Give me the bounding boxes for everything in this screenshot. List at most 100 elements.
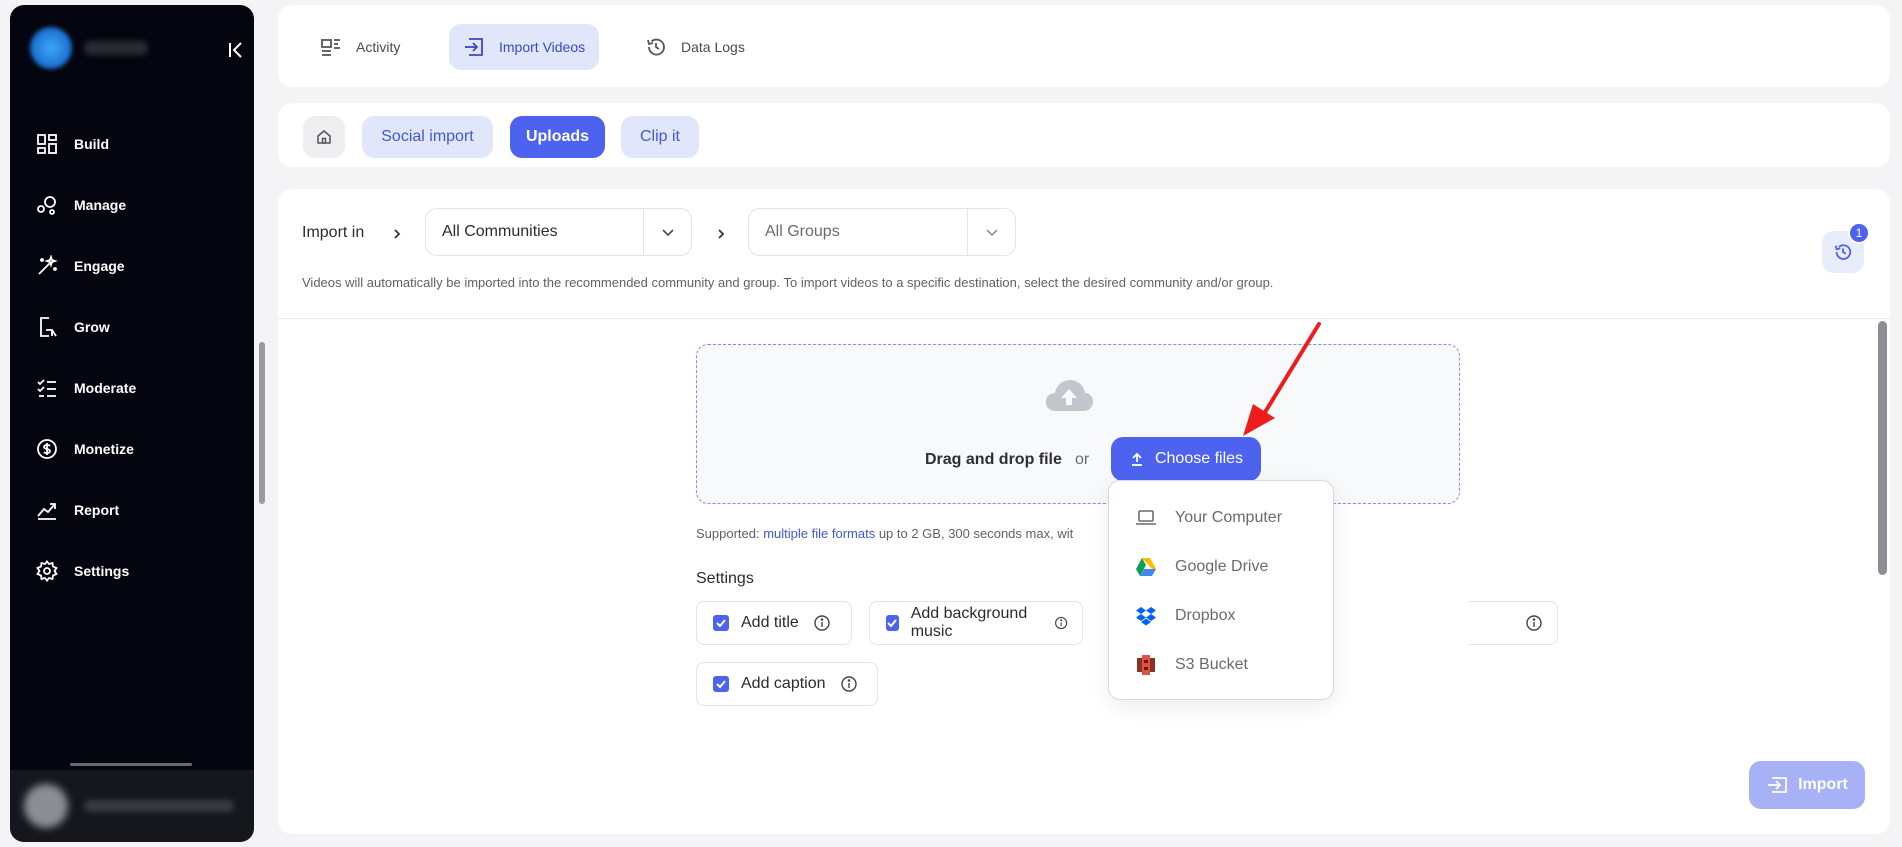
user-name-blurred	[84, 800, 234, 812]
sidebar-item-label: Settings	[74, 562, 130, 579]
source-tab-bar: Social import Uploads Clip it	[278, 103, 1890, 167]
tab-label: Activity	[356, 39, 401, 55]
menu-item-s3-bucket[interactable]: S3 Bucket	[1135, 653, 1248, 677]
tab-clip-it[interactable]: Clip it	[621, 116, 699, 158]
group-select-value: All Groups	[765, 223, 840, 240]
add-title-checkbox[interactable]	[713, 615, 729, 631]
add-caption-checkbox[interactable]	[713, 676, 729, 692]
checklist-icon	[37, 378, 56, 397]
chevron-down-icon[interactable]	[643, 209, 691, 255]
file-formats-link[interactable]: multiple file formats	[763, 526, 875, 541]
info-icon[interactable]	[1054, 614, 1068, 632]
phone-arrow-icon	[40, 316, 57, 337]
sidebar-scrollbar[interactable]	[70, 763, 192, 766]
sidebar-item-label: Manage	[74, 196, 127, 213]
menu-item-label: S3 Bucket	[1175, 656, 1248, 673]
divider	[278, 318, 1890, 319]
menu-item-label: Google Drive	[1175, 558, 1269, 575]
import-button[interactable]: Import	[1749, 761, 1865, 809]
sidebar-item-grow[interactable]: Grow	[10, 296, 254, 357]
import-icon	[465, 38, 483, 56]
brand-name-blurred	[84, 41, 148, 55]
choose-files-button[interactable]: Choose files	[1111, 437, 1261, 481]
home-icon	[317, 130, 331, 144]
add-music-checkbox[interactable]	[886, 615, 899, 631]
sidebar-item-label: Engage	[74, 257, 125, 274]
menu-item-dropbox[interactable]: Dropbox	[1135, 604, 1235, 628]
cloud-upload-icon	[1045, 380, 1093, 411]
avatar[interactable]	[24, 784, 68, 828]
dropbox-icon	[1135, 605, 1157, 627]
sidebar-item-engage[interactable]: Engage	[10, 235, 254, 296]
menu-item-label: Dropbox	[1175, 607, 1236, 624]
page-scrollbar[interactable]	[259, 342, 265, 504]
upload-panel: Import in All Communities All Groups Vid…	[278, 189, 1890, 834]
import-in-label: Import in	[302, 224, 365, 241]
content-scrollbar[interactable]	[1878, 321, 1887, 575]
home-button[interactable]	[303, 116, 345, 158]
community-select-value: All Communities	[442, 223, 558, 240]
import-hint-text: Videos will automatically be imported in…	[302, 275, 1274, 290]
add-background-music-option: Add background music	[869, 601, 1083, 645]
sidebar-item-label: Report	[74, 501, 120, 518]
tab-social-import[interactable]: Social import	[362, 116, 493, 158]
info-icon[interactable]	[813, 614, 831, 632]
sidebar-item-label: Build	[74, 135, 109, 152]
supported-formats-text: Supported: multiple file formats up to 2…	[696, 526, 1073, 541]
add-title-option: Add title	[696, 601, 852, 645]
google-drive-icon	[1135, 556, 1157, 578]
top-tab-bar: Activity Import Videos Data Logs	[278, 5, 1890, 87]
info-icon[interactable]	[840, 675, 858, 693]
tab-activity[interactable]: Activity	[306, 24, 414, 70]
settings-heading: Settings	[696, 570, 754, 587]
import-icon	[1768, 777, 1788, 793]
hidden-option-chip	[1468, 601, 1558, 645]
annotation-arrow-icon	[1243, 322, 1321, 436]
sidebar-nav: Build Manage Engage Grow Moderate Moneti…	[10, 113, 254, 601]
supported-prefix: Supported:	[696, 526, 764, 541]
sidebar-item-label: Moderate	[74, 379, 137, 396]
menu-item-your-computer[interactable]: Your Computer	[1135, 506, 1282, 530]
user-profile[interactable]	[10, 770, 254, 842]
sidebar-item-settings[interactable]: Settings	[10, 540, 254, 601]
sidebar-item-build[interactable]: Build	[10, 113, 254, 174]
group-select[interactable]: All Groups	[748, 208, 1016, 256]
sidebar-item-moderate[interactable]: Moderate	[10, 357, 254, 418]
sidebar-item-monetize[interactable]: Monetize	[10, 418, 254, 479]
history-icon	[1834, 244, 1852, 260]
sidebar-item-manage[interactable]: Manage	[10, 174, 254, 235]
magic-wand-icon	[38, 254, 58, 275]
file-source-menu: Your Computer Google Drive Dropbox S3 Bu…	[1108, 480, 1334, 700]
import-button-label: Import	[1798, 776, 1848, 793]
file-dropzone[interactable]: Drag and drop file or Choose files	[696, 344, 1460, 504]
activity-icon	[321, 39, 340, 56]
history-icon	[647, 38, 665, 56]
tab-label: Data Logs	[681, 39, 745, 55]
chevron-down-icon[interactable]	[967, 209, 1015, 255]
chevron-right-icon	[718, 229, 725, 239]
option-label: Add background music	[910, 605, 1028, 640]
tab-data-logs[interactable]: Data Logs	[631, 24, 759, 70]
sidebar: Build Manage Engage Grow Moderate Moneti…	[10, 5, 254, 842]
tab-import-videos[interactable]: Import Videos	[449, 24, 600, 70]
tab-label: Import Videos	[499, 39, 586, 55]
menu-item-label: Your Computer	[1175, 509, 1283, 526]
brand-logo[interactable]	[30, 27, 72, 69]
or-text: or	[1075, 451, 1090, 468]
community-select[interactable]: All Communities	[425, 208, 692, 256]
tab-uploads[interactable]: Uploads	[510, 116, 605, 158]
option-label: Add caption	[741, 675, 826, 692]
dollar-icon	[37, 438, 57, 459]
drag-drop-text: Drag and drop file	[925, 451, 1062, 468]
history-count-badge: 1	[1848, 222, 1870, 244]
add-caption-option: Add caption	[696, 662, 878, 706]
grid-icon	[37, 133, 57, 154]
choose-files-label: Choose files	[1154, 450, 1244, 467]
sidebar-item-report[interactable]: Report	[10, 479, 254, 540]
menu-item-google-drive[interactable]: Google Drive	[1135, 555, 1268, 579]
chevron-right-icon	[394, 229, 401, 239]
info-icon[interactable]	[1525, 614, 1543, 632]
manage-icon	[37, 195, 56, 215]
gear-icon	[36, 559, 58, 582]
collapse-sidebar-icon[interactable]	[225, 39, 247, 61]
